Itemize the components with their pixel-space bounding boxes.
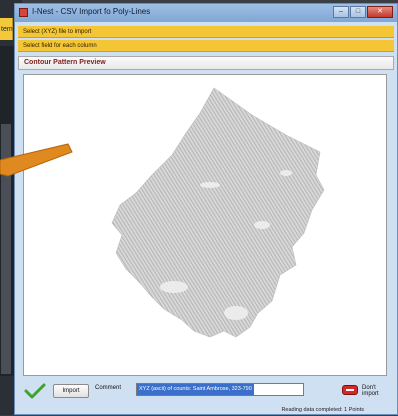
background-step-strip: tem <box>0 18 13 40</box>
status-bar-text: Reading data completed: 1 Points <box>281 407 364 413</box>
preview-header[interactable]: Contour Pattern Preview <box>18 56 394 70</box>
step-select-fields[interactable]: Select field for each column <box>18 40 394 52</box>
comment-input-value: XYZ (ascii) of counts: Saint Ambrose, 32… <box>137 384 254 395</box>
title-bar[interactable]: I-Nest - CSV Import fo Poly-Lines – □ ✕ <box>15 4 397 22</box>
maximize-button[interactable]: □ <box>350 6 366 18</box>
app-icon <box>19 8 28 17</box>
contour-region <box>111 87 325 338</box>
check-icon <box>24 383 46 399</box>
import-button[interactable]: Import <box>53 384 89 398</box>
contour-preview-graphic <box>111 87 325 338</box>
window-controls: – □ ✕ <box>332 6 393 18</box>
cancel-icon[interactable] <box>342 385 358 395</box>
bottom-toolbar: Import Comment XYZ (ascii) of counts: Sa… <box>18 380 394 402</box>
step-select-file[interactable]: Select (XYZ) file to import <box>18 26 394 38</box>
minimize-button[interactable]: – <box>333 6 349 18</box>
dont-import-button[interactable]: Don't import <box>362 385 394 397</box>
background-step-text: tem <box>1 26 13 33</box>
pointer-arrow-icon <box>0 143 73 177</box>
close-button[interactable]: ✕ <box>367 6 393 18</box>
csv-import-dialog: I-Nest - CSV Import fo Poly-Lines – □ ✕ … <box>14 3 398 415</box>
window-title: I-Nest - CSV Import fo Poly-Lines <box>32 7 151 16</box>
contour-preview-canvas <box>23 74 387 376</box>
comment-input[interactable]: XYZ (ascii) of counts: Saint Ambrose, 32… <box>136 383 304 396</box>
comment-label: Comment <box>95 385 122 391</box>
